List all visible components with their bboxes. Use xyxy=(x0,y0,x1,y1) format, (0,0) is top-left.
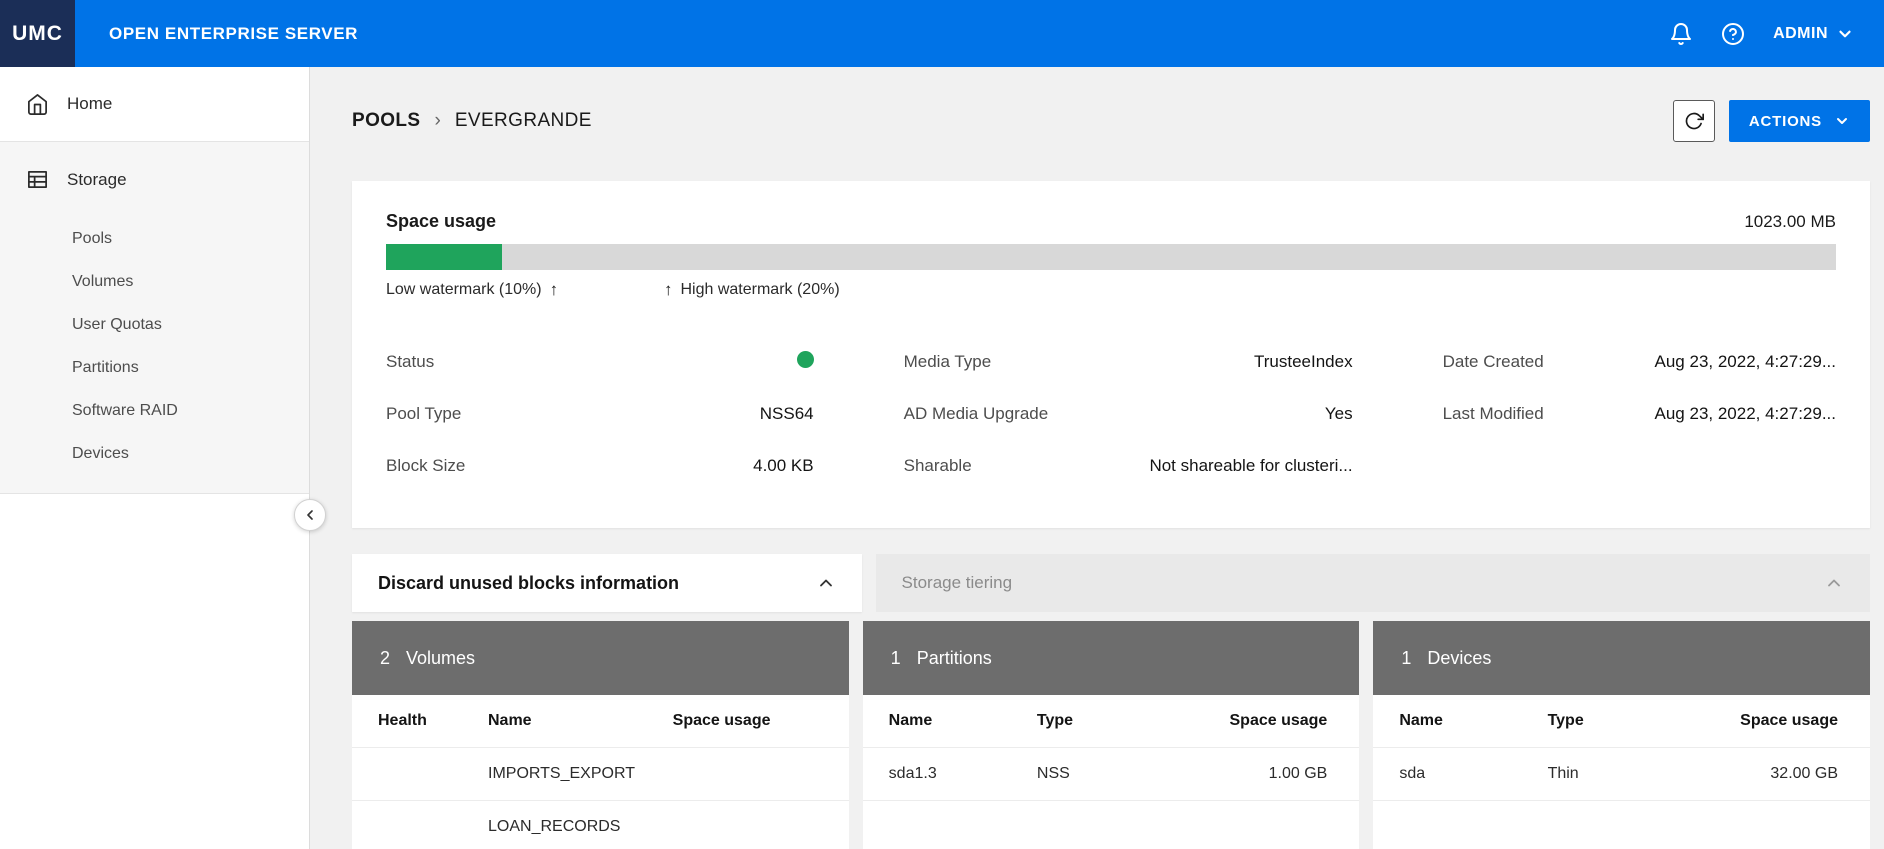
storage-tiering-title: Storage tiering xyxy=(902,573,1013,593)
devices-table-header: 1 Devices xyxy=(1373,621,1870,695)
space-usage-fill xyxy=(386,244,502,270)
detail-sharable: Sharable Not shareable for clusteri... xyxy=(904,440,1353,492)
space-usage-bar xyxy=(386,244,1836,270)
volumes-count: 2 xyxy=(380,648,390,669)
partitions-column-headers: Name Type Space usage xyxy=(863,695,1360,747)
bell-icon[interactable] xyxy=(1669,22,1693,46)
space-usage-label: Space usage xyxy=(386,211,496,232)
partitions-title: Partitions xyxy=(917,648,992,669)
devices-table: 1 Devices Name Type Space usage sda Thin… xyxy=(1373,621,1870,849)
table-row-empty xyxy=(863,800,1360,849)
volumes-table: 2 Volumes Health Name Space usage IMPORT… xyxy=(352,621,849,849)
toolbar: ACTIONS xyxy=(1673,100,1870,142)
detail-status: Status xyxy=(386,336,814,388)
sidebar-item-user-quotas[interactable]: User Quotas xyxy=(72,303,309,346)
breadcrumb-pools-link[interactable]: POOLS xyxy=(352,110,421,132)
sidebar-item-devices[interactable]: Devices xyxy=(72,432,309,475)
detail-block-size: Block Size 4.00 KB xyxy=(386,440,814,492)
storage-sub-list: Pools Volumes User Quotas Partitions Sof… xyxy=(0,217,309,475)
detail-pool-type: Pool Type NSS64 xyxy=(386,388,814,440)
chevron-down-icon xyxy=(1834,113,1850,129)
main-content: POOLS › EVERGRANDE ACTIONS xyxy=(310,67,1884,849)
chevron-up-icon xyxy=(816,573,836,593)
product-title: OPEN ENTERPRISE SERVER xyxy=(109,24,358,44)
partitions-count: 1 xyxy=(891,648,901,669)
topbar-controls: ADMIN xyxy=(1669,22,1884,46)
sidebar-storage-group: Storage Pools Volumes User Quotas Partit… xyxy=(0,142,309,494)
sidebar-item-home[interactable]: Home xyxy=(0,67,309,142)
user-menu[interactable]: ADMIN xyxy=(1773,25,1854,43)
chevron-left-icon xyxy=(302,507,318,523)
devices-column-headers: Name Type Space usage xyxy=(1373,695,1870,747)
sidebar-collapse-button[interactable] xyxy=(294,499,326,531)
user-name: ADMIN xyxy=(1773,25,1828,43)
table-row[interactable]: LOAN_RECORDS xyxy=(352,800,849,849)
table-row[interactable]: sda Thin 32.00 GB xyxy=(1373,747,1870,800)
detail-last-modified: Last Modified Aug 23, 2022, 4:27:29... xyxy=(1443,388,1836,440)
sidebar-item-volumes[interactable]: Volumes xyxy=(72,260,309,303)
detail-date-created: Date Created Aug 23, 2022, 4:27:29... xyxy=(1443,336,1836,388)
low-watermark: Low watermark (10%) ↑ xyxy=(386,280,558,300)
help-icon[interactable] xyxy=(1721,22,1745,46)
umc-logo[interactable]: UMC xyxy=(0,0,75,67)
top-bar: UMC OPEN ENTERPRISE SERVER ADMIN xyxy=(0,0,1884,67)
detail-media-type: Media Type TrusteeIndex xyxy=(904,336,1353,388)
refresh-icon xyxy=(1684,111,1704,131)
table-row[interactable]: IMPORTS_EXPORT xyxy=(352,747,849,800)
storage-icon xyxy=(26,168,49,191)
pool-details: Status Pool Type NSS64 Block Size 4.00 K… xyxy=(386,336,1836,492)
breadcrumb-separator: › xyxy=(435,110,441,132)
sidebar-item-software-raid[interactable]: Software RAID xyxy=(72,389,309,432)
storage-tiering-section-header[interactable]: Storage tiering xyxy=(876,554,1870,612)
pool-summary-card: Space usage 1023.00 MB Low watermark (10… xyxy=(352,181,1870,528)
sidebar-storage-label: Storage xyxy=(67,170,127,190)
discard-blocks-section-header[interactable]: Discard unused blocks information xyxy=(352,554,862,612)
sidebar-item-storage[interactable]: Storage xyxy=(0,142,309,217)
actions-button[interactable]: ACTIONS xyxy=(1729,100,1870,142)
actions-label: ACTIONS xyxy=(1749,113,1822,130)
high-watermark: ↑ High watermark (20%) xyxy=(664,280,840,300)
volumes-title: Volumes xyxy=(406,648,475,669)
volumes-table-header: 2 Volumes xyxy=(352,621,849,695)
table-row[interactable]: sda1.3 NSS 1.00 GB xyxy=(863,747,1360,800)
breadcrumb-current-pool: EVERGRANDE xyxy=(455,110,592,132)
table-row-empty xyxy=(1373,800,1870,849)
devices-title: Devices xyxy=(1427,648,1491,669)
devices-count: 1 xyxy=(1401,648,1411,669)
partitions-table: 1 Partitions Name Type Space usage sda1.… xyxy=(863,621,1360,849)
detail-ad-media-upgrade: AD Media Upgrade Yes xyxy=(904,388,1353,440)
home-icon xyxy=(26,93,49,116)
watermark-row: Low watermark (10%) ↑ ↑ High watermark (… xyxy=(386,276,1836,306)
high-watermark-arrow-icon: ↑ xyxy=(664,280,673,300)
volumes-column-headers: Health Name Space usage xyxy=(352,695,849,747)
chevron-down-icon xyxy=(1836,25,1854,43)
status-ok-indicator xyxy=(797,351,814,368)
chevron-up-icon xyxy=(1824,573,1844,593)
sidebar: Home Storage Pools Volumes User Quotas P… xyxy=(0,67,310,849)
low-watermark-arrow-icon: ↑ xyxy=(550,280,559,300)
partitions-table-header: 1 Partitions xyxy=(863,621,1360,695)
refresh-button[interactable] xyxy=(1673,100,1715,142)
breadcrumb: POOLS › EVERGRANDE xyxy=(352,110,592,132)
sidebar-item-partitions[interactable]: Partitions xyxy=(72,346,309,389)
sidebar-home-label: Home xyxy=(67,94,112,114)
pool-capacity: 1023.00 MB xyxy=(1744,212,1836,232)
sidebar-item-pools[interactable]: Pools xyxy=(72,217,309,260)
discard-blocks-title: Discard unused blocks information xyxy=(378,573,679,594)
